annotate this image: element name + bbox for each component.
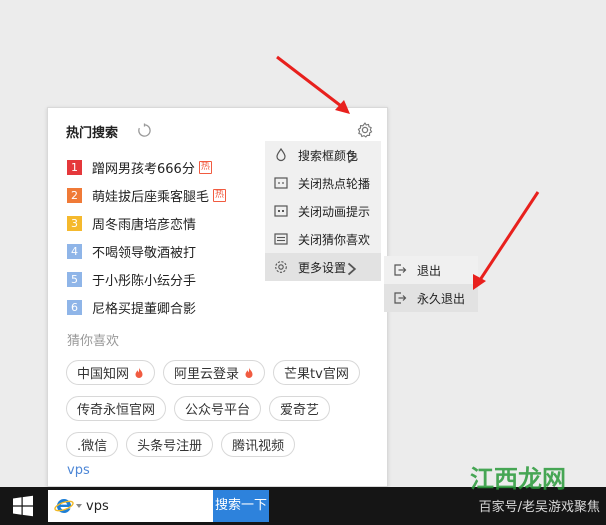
hot-search-item[interactable]: 2 萌娃拔后座乘客腿毛热 — [67, 181, 227, 209]
guess-you-like-title: 猜你喜欢 — [67, 334, 120, 349]
more-settings-submenu: 退出 永久退出 — [384, 256, 478, 312]
rank-badge: 3 — [67, 215, 82, 231]
taskbar-search-input[interactable]: vps — [86, 499, 109, 514]
tag-label: 阿里云登录 — [174, 367, 240, 382]
tag-label: 腾讯视频 — [232, 439, 285, 454]
hot-search-text: 萌娃拔后座乘客腿毛 — [92, 189, 210, 205]
watermark-text: 百家号/老吴游戏聚焦 — [478, 500, 600, 515]
menu-item-label: 关闭热点轮播 — [298, 176, 371, 191]
tag-label: 中国知网 — [77, 367, 130, 382]
search-button[interactable]: 搜索一下 — [213, 490, 269, 522]
suggestion-tag[interactable]: 中国知网 — [66, 360, 156, 385]
query-preview[interactable]: vps — [67, 463, 90, 478]
exit-item[interactable]: 退出 — [384, 256, 478, 284]
hot-search-text: 周冬雨唐培彦恋情 — [92, 217, 197, 233]
suggestion-tag[interactable]: 爱奇艺 — [269, 396, 331, 421]
settings-menu-item[interactable]: 更多设置 — [265, 253, 381, 281]
settings-menu-item[interactable]: 搜索框颜色 — [265, 141, 381, 169]
hot-search-text: 不喝领导敬酒被打 — [92, 245, 197, 261]
chevron-right-icon — [347, 262, 357, 276]
rank-badge: 1 — [67, 159, 82, 175]
menu-item-label: 更多设置 — [298, 260, 347, 275]
carousel-icon — [274, 177, 288, 189]
hot-search-item[interactable]: 1 蹭网男孩考666分热 — [67, 153, 226, 181]
suggestion-tag[interactable]: 传奇永恒官网 — [66, 396, 167, 421]
hot-search-list: 1 蹭网男孩考666分热 2 萌娃拔后座乘客腿毛热 3 周冬雨唐培彦恋情 4 不喝领导敬酒被打… — [67, 153, 227, 321]
drop-icon — [276, 148, 286, 162]
taskbar-search-box[interactable]: vps — [48, 490, 213, 522]
hot-search-item[interactable]: 4 不喝领导敬酒被打 — [67, 237, 226, 265]
hot-search-item[interactable]: 5 于小彤陈小纭分手 — [67, 265, 226, 293]
flame-icon — [245, 367, 253, 378]
engine-dropdown-caret[interactable] — [76, 504, 82, 508]
tag-label: 芒果tv官网 — [284, 367, 349, 382]
arrow-to-permanent-exit — [473, 191, 540, 290]
settings-menu-item[interactable]: 关闭热点轮播 — [265, 169, 381, 197]
tag-label: .微信 — [77, 439, 108, 454]
rank-badge: 6 — [67, 299, 82, 315]
hot-search-text: 于小彤陈小纭分手 — [92, 273, 197, 289]
panel-title: 热门搜索 — [66, 126, 119, 141]
tag-row: .微信 头条号注册 腾讯视频 — [66, 432, 386, 457]
rank-badge: 4 — [67, 243, 82, 259]
permanent-exit-item[interactable]: 永久退出 — [384, 284, 478, 312]
hot-search-item[interactable]: 3 周冬雨唐培彦恋情 — [67, 209, 226, 237]
settings-menu: 搜索框颜色关闭热点轮播 关闭动画提示 关闭猜你喜欢 更多设置 — [265, 141, 381, 281]
exit-icon — [394, 264, 407, 276]
tag-label: 头条号注册 — [137, 439, 203, 454]
suggestion-tag[interactable]: .微信 — [66, 432, 119, 457]
windows-start-icon[interactable] — [12, 495, 34, 517]
rank-badge: 2 — [67, 187, 82, 203]
menu-item-label: 关闭猜你喜欢 — [298, 232, 371, 247]
suggestion-tag[interactable]: 阿里云登录 — [163, 360, 266, 385]
tag-row: 中国知网 阿里云登录 芒果tv官网 — [66, 360, 386, 385]
hot-badge: 热 — [213, 188, 227, 202]
guess-you-like-tags: 中国知网 阿里云登录 芒果tv官网传奇永恒官网 公众号平台 爱奇艺 .微信 头条号注册 腾讯视… — [66, 360, 386, 468]
exit-icon — [394, 292, 407, 304]
menu-item-label: 关闭动画提示 — [298, 204, 371, 219]
suggestion-tag[interactable]: 头条号注册 — [126, 432, 214, 457]
hot-badge: 热 — [198, 160, 212, 174]
arrow-to-gear — [276, 55, 350, 114]
tag-label: 公众号平台 — [185, 403, 251, 418]
taskbar: vps 搜索一下 江西龙网 百家号/老吴游戏聚焦 — [0, 465, 606, 525]
flame-icon — [135, 367, 143, 378]
refresh-icon[interactable] — [137, 123, 152, 138]
animation-icon — [274, 205, 288, 217]
tag-label: 传奇永恒官网 — [77, 403, 156, 418]
watermark-logo: 江西龙网 — [470, 465, 566, 493]
rank-badge: 5 — [67, 271, 82, 287]
submenu-item-label: 永久退出 — [417, 291, 466, 306]
tag-label: 爱奇艺 — [280, 403, 320, 418]
hot-search-text: 尼格买提董卿合影 — [92, 301, 197, 317]
hot-search-text: 蹭网男孩考666分 — [92, 161, 195, 177]
suggestion-tag[interactable]: 腾讯视频 — [221, 432, 296, 457]
gear-icon — [275, 261, 287, 273]
suggestion-tag[interactable]: 芒果tv官网 — [273, 360, 360, 385]
list-icon — [274, 233, 288, 245]
settings-menu-item[interactable]: 关闭猜你喜欢 — [265, 225, 381, 253]
submenu-item-label: 退出 — [417, 263, 442, 278]
suggestion-tag[interactable]: 公众号平台 — [174, 396, 262, 421]
tag-row: 传奇永恒官网 公众号平台 爱奇艺 — [66, 396, 386, 421]
chevron-right-icon — [347, 150, 357, 164]
hot-search-item[interactable]: 6 尼格买提董卿合影 — [67, 293, 226, 321]
gear-icon[interactable] — [357, 122, 373, 138]
settings-menu-item[interactable]: 关闭动画提示 — [265, 197, 381, 225]
ie-browser-icon[interactable] — [54, 497, 74, 515]
